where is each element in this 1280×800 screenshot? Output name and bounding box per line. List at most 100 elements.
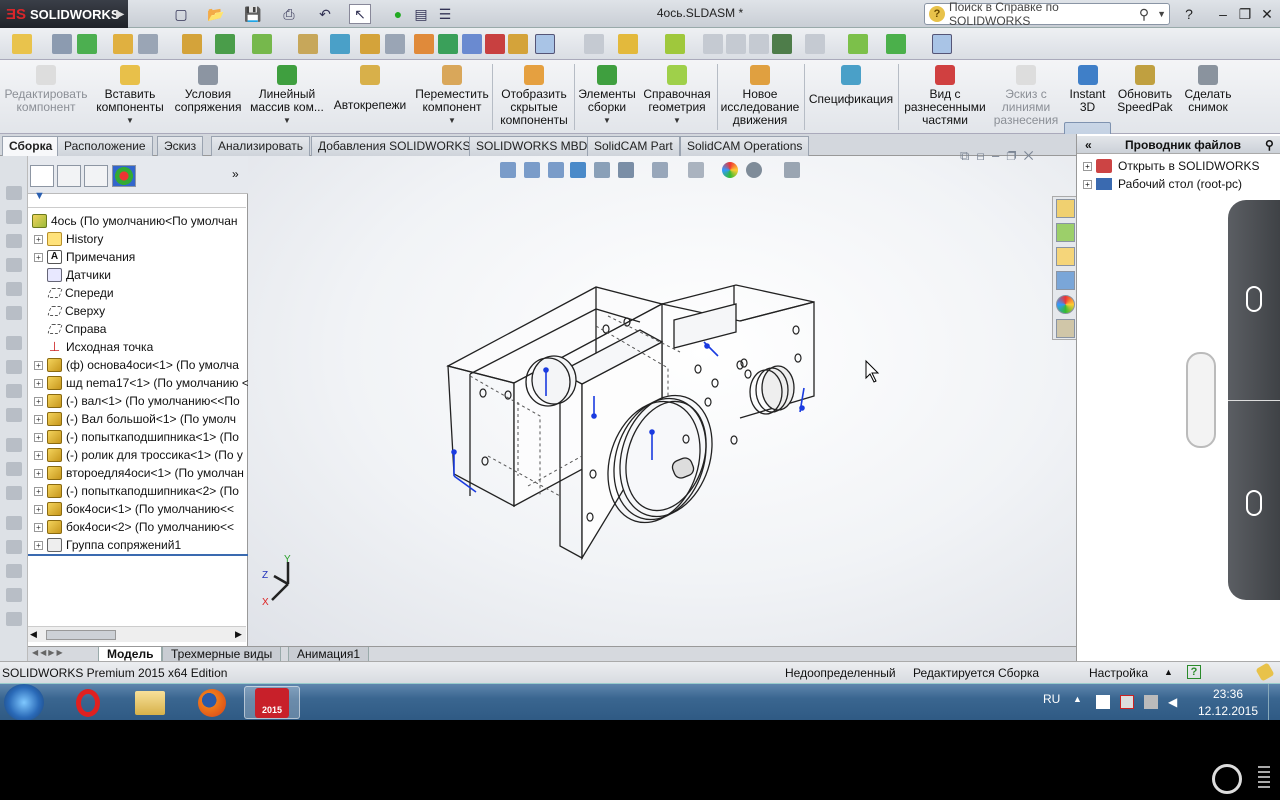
bom-icon[interactable] — [360, 34, 380, 54]
scroll-slider[interactable] — [1186, 352, 1216, 448]
windows-flag-icon[interactable] — [1096, 695, 1110, 709]
configuration-tab-icon[interactable] — [84, 165, 108, 187]
toolbar-icon[interactable] — [6, 612, 22, 626]
filter-icon[interactable]: ▼ — [34, 190, 54, 202]
toolbar-icon[interactable] — [6, 564, 22, 578]
settings-gear-icon[interactable] — [1212, 764, 1242, 794]
scroll-left-icon[interactable]: ◀ — [30, 629, 37, 640]
smart-fasteners-button[interactable]: Автокрепежи — [330, 62, 410, 132]
update-speedpak-button[interactable]: Обновить SpeedPak — [1114, 62, 1176, 132]
firefox-taskbar-button[interactable] — [184, 686, 240, 719]
chevron-down-icon[interactable]: ▼ — [126, 114, 134, 127]
tree-item[interactable]: + (-) ролик для троссика<1> (По у — [28, 446, 248, 464]
help-icon[interactable]: ? — [1187, 665, 1201, 679]
options-icon[interactable]: ☰ — [434, 4, 456, 24]
expand-icon[interactable]: + — [34, 378, 43, 388]
tab-layout[interactable]: Расположение — [57, 136, 153, 156]
copy-icon[interactable] — [584, 34, 604, 54]
search-icon[interactable]: ⚲ — [1139, 6, 1149, 23]
rotate-icon[interactable] — [438, 34, 458, 54]
expand-icon[interactable]: + — [34, 234, 43, 244]
property-manager-tab-icon[interactable] — [57, 165, 81, 187]
language-indicator[interactable]: RU — [1043, 692, 1060, 706]
tab-solidworks-addins[interactable]: Добавления SOLIDWORKS — [311, 136, 478, 156]
assembly-features-button[interactable]: Элементы сборки ▼ — [576, 62, 638, 132]
tab-solidcam-part[interactable]: SolidCAM Part — [587, 136, 680, 156]
action-center-icon[interactable] — [1144, 695, 1158, 709]
mouse-icon[interactable] — [1246, 490, 1262, 516]
tab-sketch[interactable]: Эскиз — [157, 136, 204, 156]
toolbar-icon[interactable] — [6, 540, 22, 554]
tab-assembly[interactable]: Сборка — [2, 136, 60, 156]
view-palette-icon[interactable] — [1056, 271, 1075, 290]
reference-geometry-button[interactable]: Справочная геометрия ▼ — [640, 62, 714, 132]
tree-item[interactable]: + шд nema17<1> (По умолчанию < — [28, 374, 248, 392]
paste-icon[interactable] — [665, 34, 685, 54]
restore-button[interactable]: ❐ — [1234, 4, 1256, 24]
clock-date[interactable]: 12.12.2015 — [1196, 704, 1260, 718]
exploded-view-button[interactable]: Вид с разнесенными частями — [902, 62, 988, 132]
rebuild-icon[interactable]: ● — [387, 4, 409, 24]
insert-components-button[interactable]: Вставить компоненты ▼ — [92, 62, 168, 132]
pin-icon[interactable]: ⚲ — [1265, 136, 1274, 154]
assembly-icon[interactable] — [182, 34, 202, 54]
tree-item[interactable]: Датчики — [28, 266, 248, 284]
print-icon[interactable]: ⎙ — [278, 4, 300, 24]
opera-taskbar-button[interactable] — [60, 686, 116, 719]
toolbar-icon[interactable] — [6, 588, 22, 602]
features-icon[interactable] — [215, 34, 235, 54]
explorer-taskbar-button[interactable] — [122, 686, 178, 719]
undo-icon[interactable]: ↶ — [314, 4, 336, 24]
toolbar-icon[interactable] — [6, 408, 22, 422]
tree-item[interactable]: Спереди — [28, 284, 248, 302]
toolbar-icon[interactable] — [6, 384, 22, 398]
rollback-bar[interactable] — [28, 554, 248, 556]
toolbar-icon[interactable] — [6, 438, 22, 452]
reference-icon[interactable] — [252, 34, 272, 54]
mate-icon[interactable] — [138, 34, 158, 54]
expand-icon[interactable]: + — [1083, 179, 1092, 189]
tree-item[interactable]: + бок4оси<1> (По умолчанию<< — [28, 500, 248, 518]
help-search-box[interactable]: ? Поиск в Справке по SOLIDWORKS ⚲ ▼ — [924, 0, 1170, 28]
expand-icon[interactable]: + — [34, 486, 43, 496]
tab-3d-views[interactable]: Трехмерные виды — [162, 647, 282, 662]
grip-icon[interactable] — [1258, 766, 1270, 790]
toolbar-icon[interactable] — [6, 258, 22, 272]
volume-icon[interactable]: ◀ — [1168, 695, 1182, 709]
tree-item[interactable]: Сверху — [28, 302, 248, 320]
tree-item[interactable]: + History — [28, 230, 248, 248]
chevron-down-icon[interactable]: ▼ — [603, 114, 611, 127]
tree-item[interactable]: + второедля4оси<1> (По умолчан — [28, 464, 248, 482]
solidworks-taskbar-button[interactable]: 2015 — [244, 686, 300, 719]
open-in-solidworks-item[interactable]: + Открыть в SOLIDWORKS — [1083, 157, 1260, 175]
smart-fastener-icon[interactable] — [462, 34, 482, 54]
clearance-icon[interactable] — [749, 34, 769, 54]
tab-solidcam-operations[interactable]: SolidCAM Operations — [680, 136, 810, 156]
close-button[interactable]: ✕ — [1256, 4, 1278, 24]
expand-icon[interactable]: + — [34, 468, 43, 478]
chevron-down-icon[interactable]: ▼ — [673, 114, 681, 127]
minimize-button[interactable]: – — [1212, 4, 1234, 24]
expand-icon[interactable]: + — [34, 252, 43, 262]
network-icon[interactable] — [1120, 695, 1134, 709]
show-desktop-button[interactable] — [1268, 684, 1280, 721]
expand-icon[interactable]: + — [34, 504, 43, 514]
appearance-tab-icon[interactable] — [112, 165, 136, 187]
toolbar-icon[interactable] — [6, 186, 22, 200]
tree-item[interactable]: + (-) вал<1> (По умолчанию<<По — [28, 392, 248, 410]
section-icon[interactable] — [703, 34, 723, 54]
toolbar-icon[interactable] — [6, 282, 22, 296]
show-hidden-button[interactable]: Отобразить скрытые компоненты — [496, 62, 572, 132]
collapse-double-arrow-icon[interactable]: « — [1085, 136, 1092, 154]
custom-properties-icon[interactable] — [1056, 319, 1075, 338]
solidworks-logo[interactable]: ƎS SOLIDWORKS ▶ — [0, 0, 128, 28]
tree-item[interactable]: + (-) Вал большой<1> (По умолч — [28, 410, 248, 428]
desktop-item[interactable]: + Рабочий стол (root-pc) — [1083, 175, 1242, 193]
measure-icon[interactable] — [52, 34, 72, 54]
insert-component-icon[interactable] — [113, 34, 133, 54]
move-component-button[interactable]: Переместить компонент ▼ — [414, 62, 490, 132]
tab-model[interactable]: Модель — [98, 647, 163, 662]
design-library-icon[interactable] — [1056, 223, 1075, 242]
open-folder-icon[interactable]: 📂 — [205, 4, 227, 24]
expand-icon[interactable]: + — [34, 450, 43, 460]
